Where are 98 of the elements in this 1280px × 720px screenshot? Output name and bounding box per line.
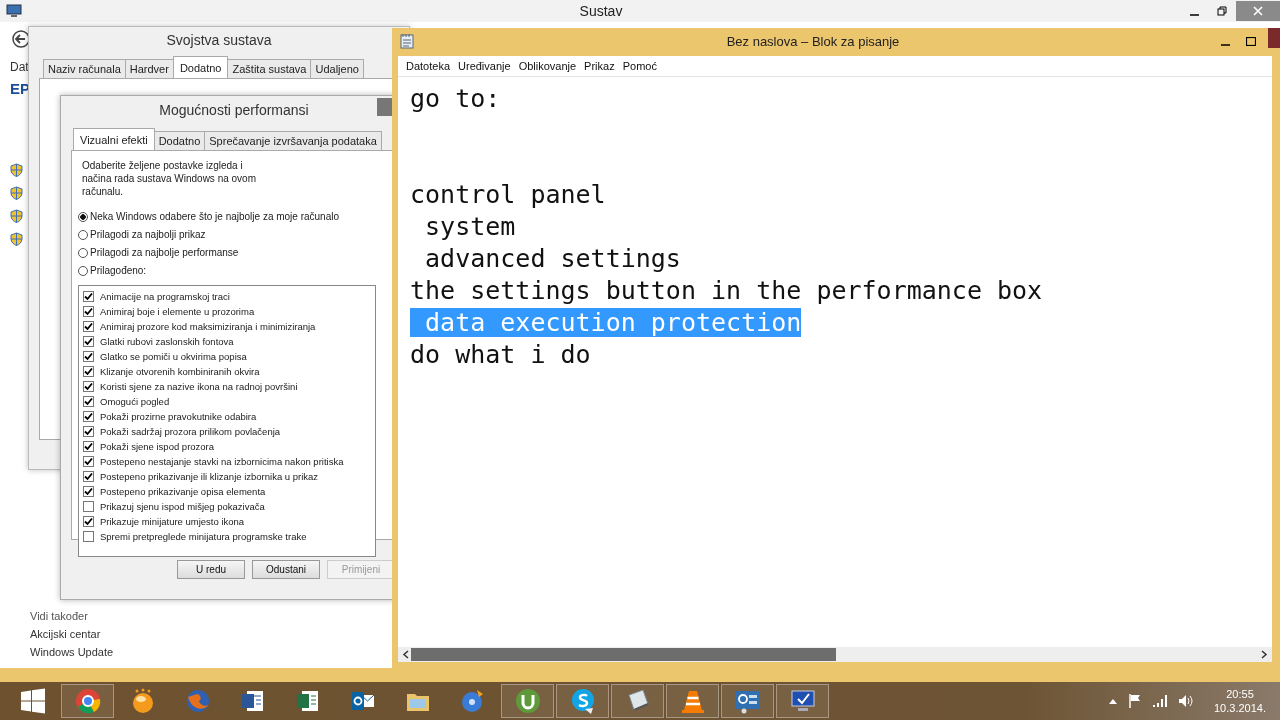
checkbox-label: Glatko se pomiči u okvirima popisa bbox=[100, 351, 247, 362]
sidebar-text: Dat bbox=[10, 60, 29, 74]
close-button[interactable] bbox=[377, 98, 393, 116]
checkbox-label: Pokaži sadržaj prozora prilikom povlačenja bbox=[100, 426, 281, 437]
notepad-icon bbox=[400, 33, 414, 49]
tab[interactable]: Dodatno bbox=[172, 56, 229, 78]
checkbox[interactable] bbox=[83, 531, 94, 542]
tab[interactable]: Zaštita sustava bbox=[227, 59, 312, 78]
text-line: system bbox=[424, 212, 516, 241]
link[interactable]: Akcijski centar bbox=[30, 628, 114, 640]
dialog-button[interactable]: U redu bbox=[177, 560, 245, 579]
checkbox-label: Pokaži sjene ispod prozora bbox=[100, 441, 215, 452]
tab[interactable]: Dodatno bbox=[153, 131, 206, 150]
restore-icon bbox=[1217, 6, 1227, 16]
checkbox-label: Koristi sjene za nazive ikona na radnoj površini bbox=[100, 381, 298, 392]
checkbox[interactable] bbox=[83, 366, 94, 377]
text-line: the settings button in the performance box bbox=[410, 276, 1043, 305]
radio-label: Prilagođeno: bbox=[90, 265, 147, 276]
description-text: Odaberite željene postavke izgleda i načina rada sustava Windows na ovom računalu. bbox=[82, 159, 257, 198]
browser-icon[interactable] bbox=[73, 687, 102, 715]
checkbox-label: Prikazuj sjenu ispod mišjeg pokazivača bbox=[100, 501, 265, 512]
checkbox-label: Omogući pogled bbox=[100, 396, 170, 407]
dialog-title: Mogućnosti performansi bbox=[159, 102, 309, 118]
tab[interactable]: Hardver bbox=[124, 59, 174, 78]
shield-icon bbox=[10, 186, 23, 200]
radio-button[interactable] bbox=[78, 247, 88, 258]
minimize-icon bbox=[1220, 44, 1230, 46]
radio-button[interactable] bbox=[78, 211, 88, 222]
show-hidden-icons-icon[interactable] bbox=[1108, 697, 1118, 705]
checkbox[interactable] bbox=[83, 291, 94, 302]
checkbox-label: Animiraj boje i elemente u prozorima bbox=[100, 306, 255, 317]
maximize-icon bbox=[1246, 36, 1256, 46]
checkbox[interactable] bbox=[83, 471, 94, 482]
shield-icon bbox=[10, 232, 23, 246]
minimize-icon bbox=[1189, 14, 1199, 16]
checkbox[interactable] bbox=[83, 321, 94, 332]
checkbox-label: Animiraj prozore kod maksimiziranja i minimiziranja bbox=[100, 321, 316, 332]
shield-icon bbox=[10, 209, 23, 223]
dialog-title: Svojstva sustava bbox=[166, 32, 272, 48]
checkbox[interactable] bbox=[83, 516, 94, 527]
checkbox[interactable] bbox=[83, 486, 94, 497]
dialog-button[interactable]: Odustani bbox=[252, 560, 320, 579]
text-line: do what i do bbox=[410, 340, 591, 369]
window-title: Bez naslova – Blok za pisanje bbox=[726, 33, 900, 49]
text-line: control panel bbox=[410, 180, 606, 209]
checkbox-label: Animacije na programskoj traci bbox=[100, 291, 230, 302]
text-line: go to: bbox=[410, 84, 501, 113]
menu-item[interactable]: Uređivanje bbox=[454, 60, 515, 72]
checkbox[interactable] bbox=[83, 456, 94, 467]
shield-icon bbox=[10, 163, 23, 177]
window-title: Sustav bbox=[579, 3, 623, 19]
checkbox-label: Prikazuje minijature umjesto ikona bbox=[100, 516, 245, 527]
checkbox[interactable] bbox=[83, 336, 94, 347]
menu-item[interactable]: Prikaz bbox=[580, 60, 619, 72]
section-heading: Vidi također bbox=[30, 610, 89, 622]
link[interactable]: Windows Update bbox=[30, 646, 114, 658]
checkbox[interactable] bbox=[83, 501, 94, 512]
signal-bars-icon[interactable] bbox=[1152, 694, 1168, 708]
circle-icon[interactable] bbox=[513, 687, 542, 715]
tab[interactable]: Udaljeno bbox=[310, 59, 364, 78]
checkbox-label: Spremi pretpreglede minijatura programske trake bbox=[100, 531, 307, 542]
windows-logo-icon[interactable] bbox=[18, 687, 47, 715]
radio-label: Prilagodi za najbolje performanse bbox=[90, 247, 239, 258]
radio-label: Prilagodi za najbolji prikaz bbox=[90, 229, 206, 240]
checkbox-label: Glatki rubovi zaslonskih fontova bbox=[100, 336, 234, 347]
close-icon bbox=[1253, 6, 1263, 16]
checkbox-label: Pokaži prozirne pravokutnike odabira bbox=[100, 411, 257, 422]
checkbox[interactable] bbox=[83, 396, 94, 407]
menu-item[interactable]: Pomoć bbox=[618, 60, 661, 72]
checkbox-label: Postepeno prikazivanje opisa elementa bbox=[100, 486, 266, 497]
scrollbar[interactable] bbox=[398, 647, 1272, 662]
scroll-left-icon[interactable] bbox=[402, 650, 410, 659]
tab[interactable]: Sprečavanje izvršavanja podataka bbox=[204, 131, 382, 150]
tab[interactable]: Vizualni efekti bbox=[73, 128, 155, 150]
checkbox[interactable] bbox=[83, 411, 94, 422]
checkbox[interactable] bbox=[83, 441, 94, 452]
checkbox[interactable] bbox=[83, 381, 94, 392]
menu-item[interactable]: Datoteka bbox=[402, 60, 455, 72]
menu-item[interactable]: Oblikovanje bbox=[514, 60, 581, 72]
sidebar-text: EP bbox=[10, 80, 30, 97]
checkbox[interactable] bbox=[83, 351, 94, 362]
checkbox-label: Postepeno nestajanje stavki na izbornicima nakon pritiska bbox=[100, 456, 344, 467]
clock[interactable]: 20:55 10.3.2014. bbox=[1214, 687, 1266, 715]
radio-label: Neka Windows odabere što je najbolje za moje računalo bbox=[90, 211, 340, 222]
text-line: advanced settings bbox=[424, 244, 681, 273]
back-icon[interactable] bbox=[12, 30, 30, 48]
text-area[interactable]: go to: control panel system advanced settings the settings button in the performance box data execution protection do what i do bbox=[398, 77, 1272, 647]
tab[interactable]: Naziv računala bbox=[43, 59, 126, 78]
speaker-icon[interactable] bbox=[1178, 694, 1194, 708]
checkbox[interactable] bbox=[83, 426, 94, 437]
flag-icon[interactable] bbox=[1128, 693, 1142, 709]
checkbox-label: Postepeno prikazivanje ili klizanje izbornika u prikaz bbox=[100, 471, 319, 482]
radio-button[interactable] bbox=[78, 265, 88, 276]
checkbox[interactable] bbox=[83, 306, 94, 317]
scroll-right-icon[interactable] bbox=[1260, 650, 1268, 659]
radio-button[interactable] bbox=[78, 229, 88, 240]
checkbox-label: Klizanje otvorenih kombiniranih okvira bbox=[100, 366, 260, 377]
computer-icon bbox=[6, 4, 22, 18]
